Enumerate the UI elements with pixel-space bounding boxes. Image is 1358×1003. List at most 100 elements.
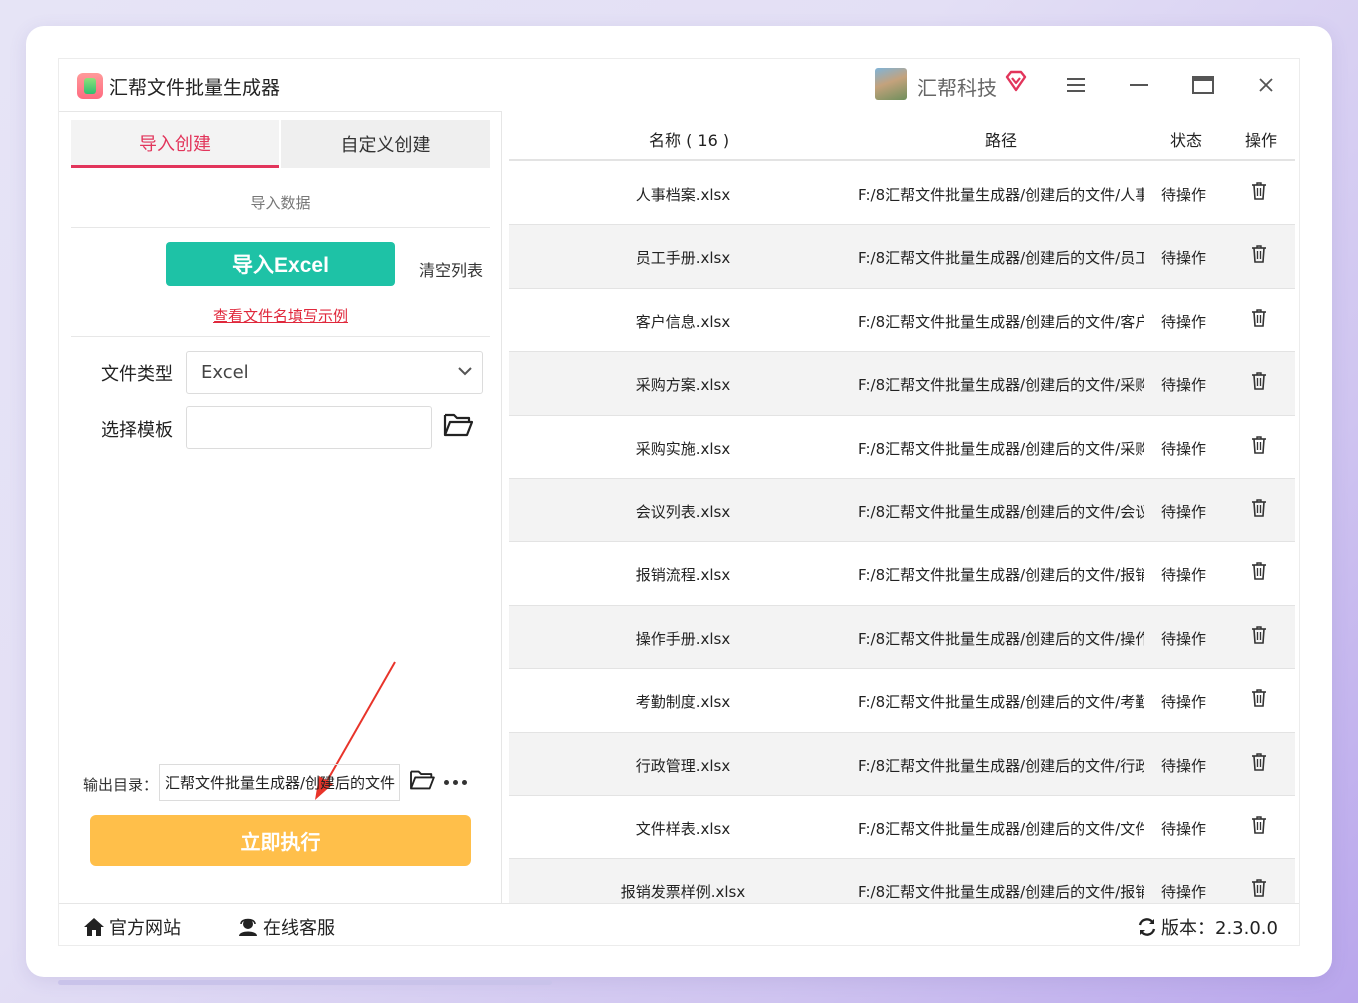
table-row[interactable]: 采购方案.xlsx F:/8汇帮文件批量生成器/创建后的文件/采购 待操作	[509, 352, 1295, 416]
filename-example-link[interactable]: 查看文件名填写示例	[71, 305, 490, 326]
status-text: 待操作	[1161, 439, 1207, 458]
official-site-label: 官方网站	[109, 918, 181, 939]
trash-icon[interactable]	[1251, 245, 1271, 267]
header-name: 名称 ( 16 )	[649, 131, 730, 150]
table-row[interactable]: 考勤制度.xlsx F:/8汇帮文件批量生成器/创建后的文件/考勤 待操作	[509, 669, 1295, 733]
file-path: F:/8汇帮文件批量生成器/创建后的文件/人事	[858, 186, 1144, 204]
user-avatar[interactable]	[875, 68, 907, 100]
menu-icon[interactable]	[1062, 71, 1090, 99]
table-row[interactable]: 会议列表.xlsx F:/8汇帮文件批量生成器/创建后的文件/会议 待操作	[509, 478, 1295, 543]
trash-icon[interactable]	[1251, 182, 1271, 204]
app-title: 汇帮文件批量生成器	[109, 77, 281, 99]
folder-open-icon[interactable]	[443, 412, 473, 438]
trash-icon[interactable]	[1251, 752, 1271, 775]
header-status: 状态	[1170, 131, 1203, 150]
trash-icon[interactable]	[1251, 816, 1271, 838]
chevron-down-icon	[458, 367, 472, 376]
bottom-strip	[58, 980, 552, 985]
file-type-select[interactable]: Excel	[186, 351, 483, 394]
clear-list-button[interactable]: 清空列表	[419, 257, 483, 281]
trash-icon[interactable]	[1251, 626, 1271, 648]
table-row[interactable]: 采购实施.xlsx F:/8汇帮文件批量生成器/创建后的文件/采购 待操作	[509, 416, 1295, 479]
file-path: F:/8汇帮文件批量生成器/创建后的文件/报销	[858, 566, 1144, 585]
vip-diamond-icon[interactable]	[1004, 69, 1028, 93]
status-text: 待操作	[1161, 693, 1207, 712]
file-path: F:/8汇帮文件批量生成器/创建后的文件/考勤	[858, 693, 1144, 712]
status-text: 待操作	[1161, 186, 1207, 204]
title-bar: 汇帮文件批量生成器 汇帮科技	[59, 59, 1299, 111]
output-dir-input[interactable]: 汇帮文件批量生成器/创建后的文件	[159, 764, 400, 801]
file-name: 报销发票样例.xlsx	[620, 883, 746, 902]
output-dir-label: 输出目录：	[83, 776, 159, 794]
header-path: 路径	[985, 131, 1018, 150]
file-name: 报销流程.xlsx	[635, 566, 731, 585]
header-op: 操作	[1245, 131, 1278, 150]
file-name: 操作手册.xlsx	[635, 629, 731, 648]
file-name: 人事档案.xlsx	[635, 186, 731, 204]
file-path: F:/8汇帮文件批量生成器/创建后的文件/报销	[858, 883, 1144, 902]
trash-icon[interactable]	[1251, 499, 1271, 521]
status-text: 待操作	[1161, 756, 1207, 775]
file-path: F:/8汇帮文件批量生成器/创建后的文件/会议	[858, 502, 1144, 521]
file-name: 会议列表.xlsx	[635, 502, 731, 521]
customer-service-icon	[239, 918, 257, 936]
app-logo-icon	[77, 73, 103, 99]
file-path: F:/8汇帮文件批量生成器/创建后的文件/员工	[858, 249, 1144, 268]
file-type-value: Excel	[201, 362, 249, 383]
table-row[interactable]: 报销流程.xlsx F:/8汇帮文件批量生成器/创建后的文件/报销 待操作	[509, 542, 1295, 606]
status-text: 待操作	[1161, 883, 1207, 902]
file-name: 采购方案.xlsx	[635, 376, 731, 395]
template-label: 选择模板	[101, 420, 173, 441]
table-row[interactable]: 员工手册.xlsx F:/8汇帮文件批量生成器/创建后的文件/员工 待操作	[509, 225, 1295, 289]
file-path: F:/8汇帮文件批量生成器/创建后的文件/采购	[858, 376, 1144, 395]
status-text: 待操作	[1161, 629, 1207, 648]
trash-icon[interactable]	[1251, 689, 1271, 711]
online-service-label: 在线客服	[263, 918, 335, 939]
version-info[interactable]: 版本：2.3.0.0	[1137, 914, 1278, 940]
table-row[interactable]: 客户信息.xlsx F:/8汇帮文件批量生成器/创建后的文件/客户 待操作	[509, 289, 1295, 353]
file-name: 行政管理.xlsx	[635, 756, 731, 775]
trash-icon[interactable]	[1251, 879, 1271, 901]
tab-import-create[interactable]: 导入创建	[71, 120, 279, 168]
brand-name: 汇帮科技	[917, 76, 997, 100]
app-window: 汇帮文件批量生成器 汇帮科技 导入创建 自定义创建 导入数据 导入Excel 清…	[58, 58, 1300, 946]
trash-icon[interactable]	[1251, 562, 1271, 584]
run-now-button[interactable]: 立即执行	[90, 815, 471, 866]
file-name: 考勤制度.xlsx	[635, 693, 731, 712]
official-site-link[interactable]: 官方网站	[83, 914, 181, 940]
file-path: F:/8汇帮文件批量生成器/创建后的文件/行政	[858, 756, 1144, 775]
online-service-link[interactable]: 在线客服	[237, 914, 335, 940]
table-row[interactable]: 行政管理.xlsx F:/8汇帮文件批量生成器/创建后的文件/行政 待操作	[509, 732, 1295, 796]
left-panel: 导入创建 自定义创建 导入数据 导入Excel 清空列表 查看文件名填写示例 文…	[59, 111, 502, 903]
template-input[interactable]	[186, 406, 432, 449]
table-row[interactable]: 人事档案.xlsx F:/8汇帮文件批量生成器/创建后的文件/人事 待操作	[509, 162, 1295, 226]
version-label: 版本：2.3.0.0	[1161, 918, 1278, 939]
trash-icon[interactable]	[1251, 372, 1271, 394]
table-header: 名称 ( 16 ) 路径 状态 操作	[509, 111, 1295, 161]
file-path: F:/8汇帮文件批量生成器/创建后的文件/文件	[858, 819, 1144, 838]
status-text: 待操作	[1161, 376, 1207, 395]
close-icon[interactable]	[1252, 71, 1280, 99]
divider	[71, 336, 490, 337]
status-text: 待操作	[1161, 502, 1207, 521]
file-name: 采购实施.xlsx	[635, 439, 731, 458]
tab-custom-create[interactable]: 自定义创建	[281, 120, 490, 168]
import-excel-button[interactable]: 导入Excel	[166, 242, 395, 286]
minimize-icon[interactable]	[1125, 71, 1153, 99]
table-row[interactable]: 操作手册.xlsx F:/8汇帮文件批量生成器/创建后的文件/操作 待操作	[509, 605, 1295, 670]
status-text: 待操作	[1161, 566, 1207, 585]
status-text: 待操作	[1161, 819, 1207, 838]
footer-bar: 官方网站 在线客服 版本：2.3.0.0	[59, 903, 1299, 947]
table-row[interactable]: 文件样表.xlsx F:/8汇帮文件批量生成器/创建后的文件/文件 待操作	[509, 796, 1295, 860]
table-body: 人事档案.xlsx F:/8汇帮文件批量生成器/创建后的文件/人事 待操作 员工手册.…	[509, 162, 1295, 903]
trash-icon[interactable]	[1251, 309, 1271, 331]
status-text: 待操作	[1161, 312, 1207, 331]
maximize-icon[interactable]	[1189, 71, 1217, 99]
more-icon[interactable]	[444, 780, 467, 785]
folder-open-icon[interactable]	[409, 769, 435, 791]
trash-icon[interactable]	[1251, 435, 1271, 458]
status-text: 待操作	[1161, 249, 1207, 268]
table-row[interactable]: 报销发票样例.xlsx F:/8汇帮文件批量生成器/创建后的文件/报销 待操作	[509, 859, 1295, 903]
file-path: F:/8汇帮文件批量生成器/创建后的文件/采购	[858, 439, 1144, 458]
file-path: F:/8汇帮文件批量生成器/创建后的文件/操作	[858, 629, 1144, 648]
